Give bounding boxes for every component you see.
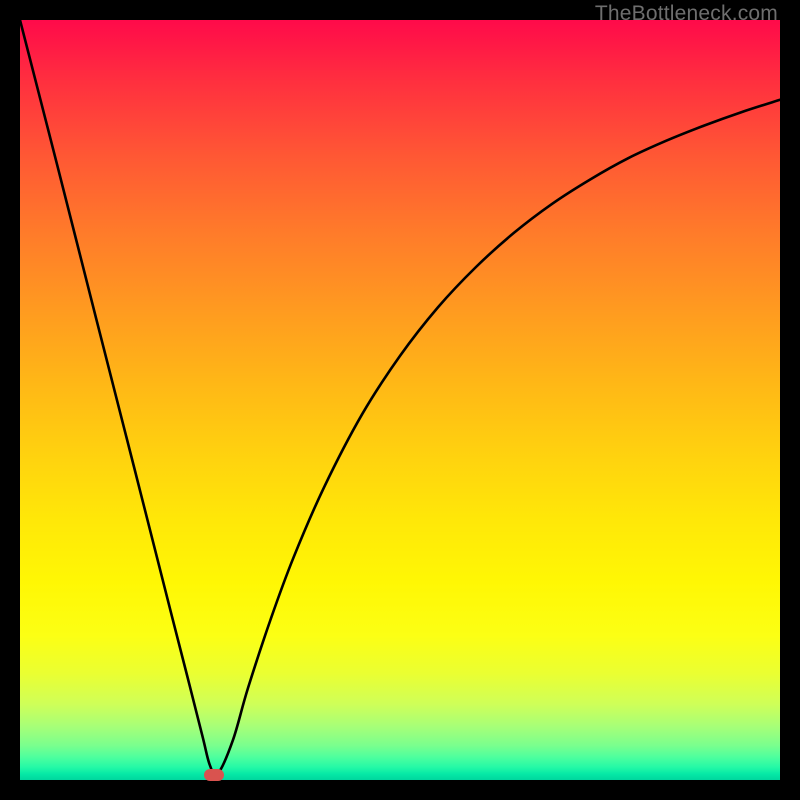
- chart-container: TheBottleneck.com: [0, 0, 800, 800]
- plot-background-gradient: [20, 20, 780, 780]
- optimum-marker: [204, 769, 224, 781]
- watermark-text: TheBottleneck.com: [595, 2, 778, 26]
